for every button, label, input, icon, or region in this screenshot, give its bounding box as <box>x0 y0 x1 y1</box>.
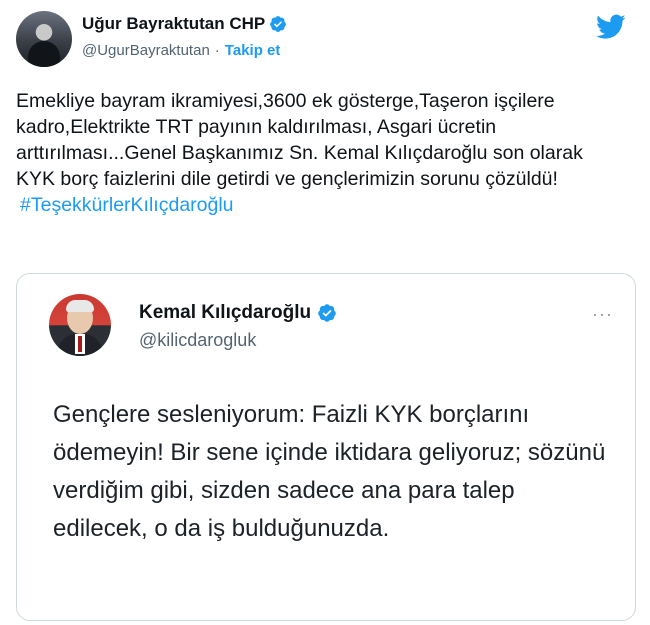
more-options-icon[interactable]: ··· <box>592 304 613 325</box>
quoted-name-row: Kemal Kılıçdaroğlu <box>139 302 337 324</box>
quoted-display-name[interactable]: Kemal Kılıçdaroğlu <box>139 302 311 324</box>
quoted-text: Gençlere sesleniyorum: Faizli KYK borçla… <box>53 401 606 542</box>
author-handle-row: @UgurBayraktutan · Takip et <box>82 42 280 59</box>
hashtag-link[interactable]: #TeşekkürlerKılıçdaroğlu <box>20 192 616 218</box>
tweet-body: Emekliye bayram ikramiyesi,3600 ek göste… <box>16 90 583 190</box>
author-name-row: Uğur Bayraktutan CHP <box>82 14 287 34</box>
quoted-author-avatar[interactable] <box>49 294 111 356</box>
separator-dot: · <box>214 42 220 59</box>
avatar-hair-shape <box>66 300 94 312</box>
verified-badge-icon <box>270 16 287 32</box>
quoted-tweet[interactable]: Kemal Kılıçdaroğlu @kilicdarogluk ··· Ge… <box>16 273 636 621</box>
tweet-card: Uğur Bayraktutan CHP @UgurBayraktutan · … <box>0 0 650 625</box>
author-display-name[interactable]: Uğur Bayraktutan CHP <box>82 14 265 34</box>
quoted-handle[interactable]: @kilicdarogluk <box>139 330 256 351</box>
twitter-bird-icon[interactable] <box>596 14 626 40</box>
avatar-tie-shape <box>78 336 82 352</box>
verified-badge-icon <box>318 304 336 322</box>
author-avatar[interactable] <box>16 11 72 67</box>
follow-button[interactable]: Takip et <box>225 42 281 59</box>
tweet-text: Emekliye bayram ikramiyesi,3600 ek göste… <box>16 88 616 218</box>
author-handle[interactable]: @UgurBayraktutan <box>82 42 210 59</box>
